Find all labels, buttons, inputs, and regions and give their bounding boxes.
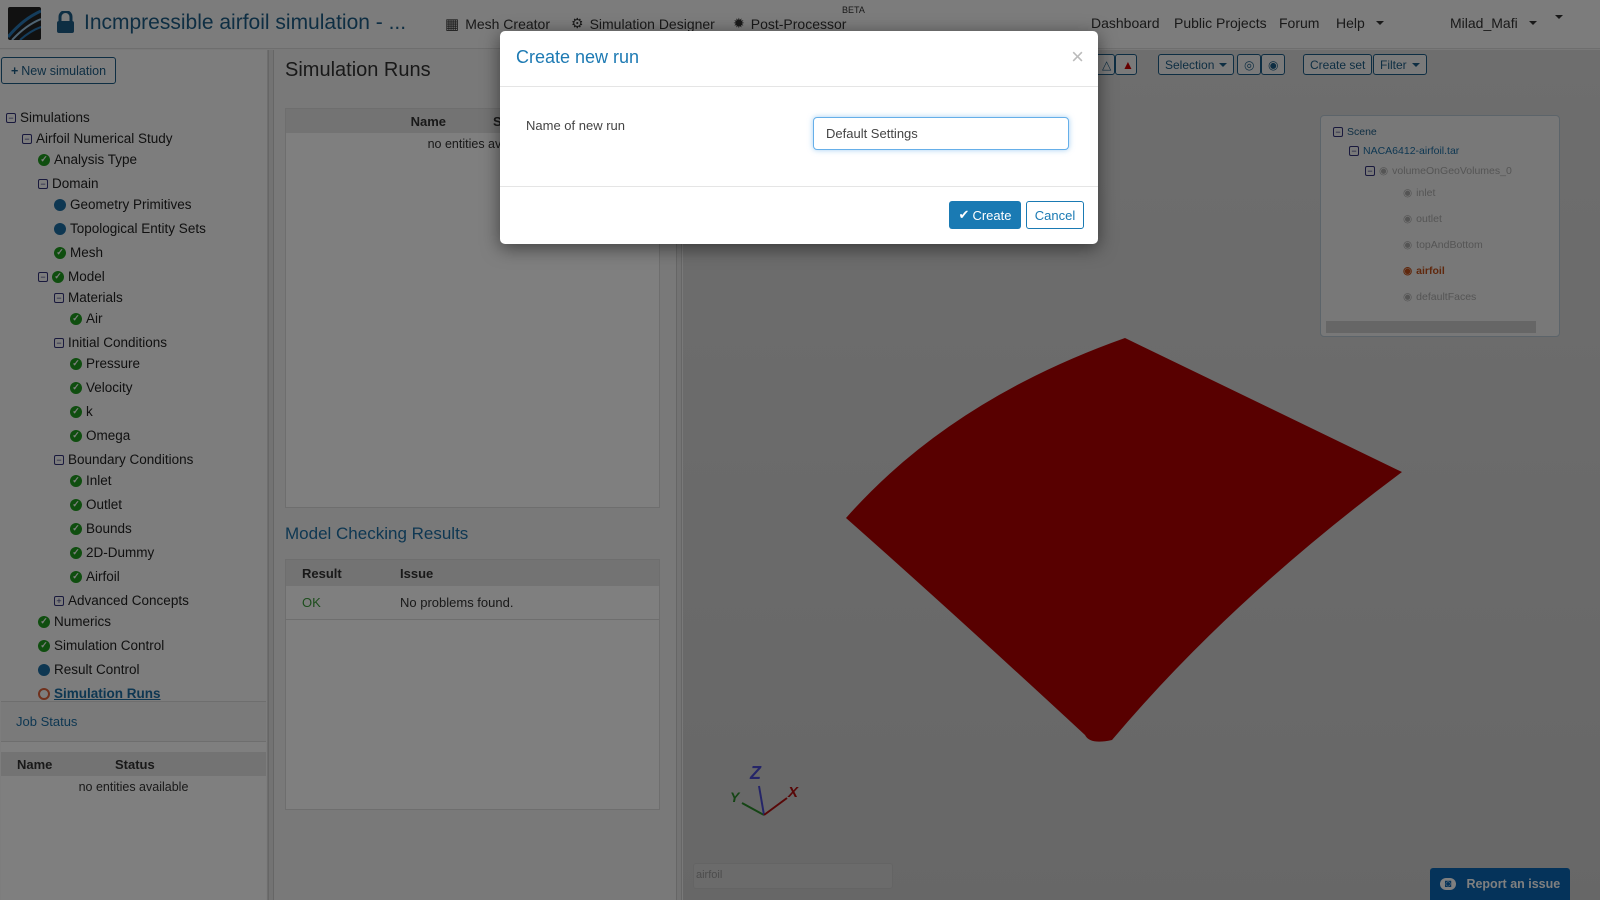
close-icon[interactable]: × (1071, 44, 1084, 70)
check-icon: ✔ (958, 207, 970, 222)
run-name-label: Name of new run (526, 118, 625, 133)
divider (500, 186, 1098, 187)
create-button[interactable]: ✔ Create (949, 201, 1021, 229)
create-run-dialog: Create new run × Name of new run ✔Create… (500, 31, 1098, 244)
cancel-button[interactable]: Cancel (1026, 201, 1084, 229)
dialog-title: Create new run (500, 31, 1098, 87)
run-name-input[interactable] (813, 117, 1069, 150)
